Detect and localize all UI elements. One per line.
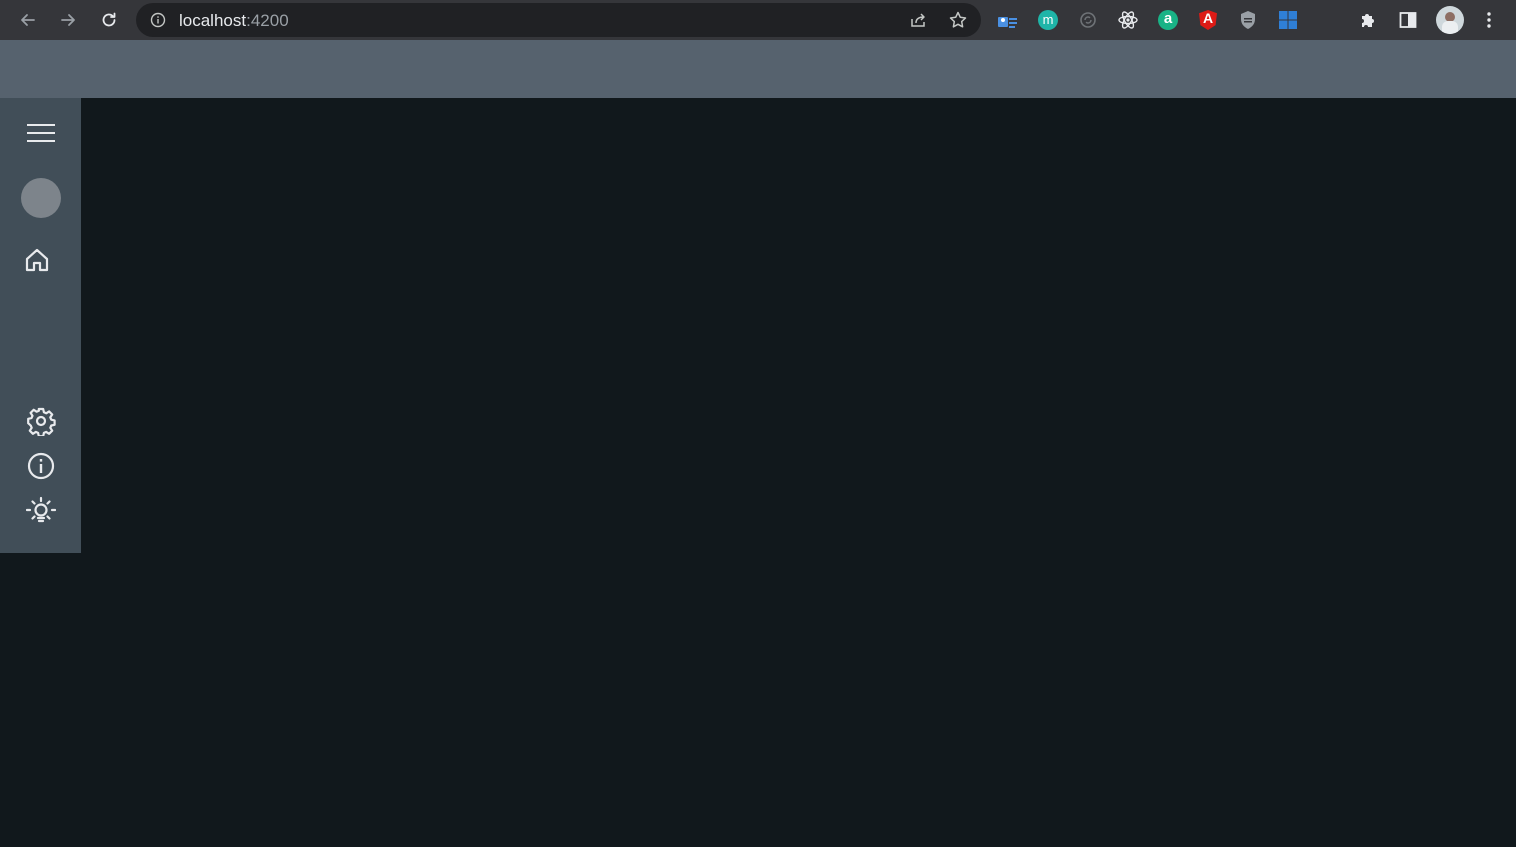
a-extension-icon[interactable]: a	[1156, 8, 1180, 32]
info-circle-icon[interactable]	[150, 12, 166, 28]
extensions-button[interactable]	[1356, 8, 1380, 32]
info-button[interactable]	[24, 449, 58, 483]
back-button[interactable]	[14, 6, 42, 34]
m-extension-icon[interactable]: m	[1036, 8, 1060, 32]
arrow-right-icon	[61, 14, 75, 26]
side-panel-button[interactable]	[1396, 8, 1420, 32]
m-extension-glyph: m	[1038, 10, 1058, 30]
react-devtools-icon[interactable]	[1116, 8, 1140, 32]
grid-extension-icon[interactable]	[1276, 8, 1300, 32]
address-bar[interactable]: localhost:4200	[136, 3, 981, 37]
forward-button[interactable]	[54, 6, 82, 34]
sun-icon	[26, 496, 56, 523]
a-extension-glyph: a	[1158, 10, 1178, 30]
gear-icon	[27, 407, 56, 436]
url-text[interactable]: localhost:4200	[179, 11, 289, 31]
url-host: localhost	[179, 11, 247, 30]
sidebar	[0, 98, 81, 553]
hamburger-icon	[27, 124, 55, 142]
puzzle-icon	[1362, 14, 1374, 27]
share-icon[interactable]	[908, 10, 928, 30]
contacts-extension-icon[interactable]	[996, 8, 1020, 32]
avatar[interactable]	[21, 178, 61, 218]
theme-toggle-button[interactable]	[24, 494, 58, 528]
kebab-menu-icon	[1487, 12, 1491, 28]
settings-button[interactable]	[24, 404, 58, 438]
side-panel-icon	[1399, 12, 1417, 28]
app-header	[0, 40, 1516, 98]
angular-devtools-icon[interactable]: A	[1196, 8, 1220, 32]
shield-extension-icon[interactable]	[1236, 8, 1260, 32]
home-button[interactable]	[20, 244, 54, 276]
url-port: :4200	[246, 11, 289, 30]
reload-button[interactable]	[95, 6, 123, 34]
home-icon	[25, 248, 49, 272]
sync-extension-icon[interactable]	[1076, 8, 1100, 32]
info-icon	[27, 452, 55, 480]
reload-icon	[102, 12, 116, 27]
profile-avatar	[1436, 6, 1464, 34]
main-content	[81, 98, 1516, 847]
page-background	[0, 553, 81, 847]
menu-button[interactable]	[21, 118, 61, 148]
angular-devtools-glyph: A	[1202, 10, 1214, 26]
profile-button[interactable]	[1436, 6, 1464, 34]
browser-toolbar: localhost:4200 m a A	[0, 0, 1516, 40]
chrome-menu-button[interactable]	[1477, 8, 1501, 32]
arrow-left-icon	[21, 14, 35, 26]
star-icon[interactable]	[948, 10, 968, 30]
